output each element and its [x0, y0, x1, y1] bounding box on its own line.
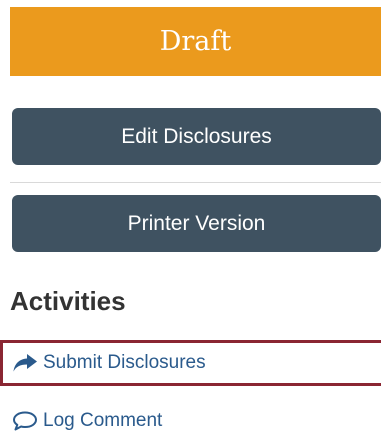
- edit-disclosures-button[interactable]: Edit Disclosures: [12, 108, 381, 165]
- log-comment-label: Log Comment: [43, 410, 163, 431]
- speech-bubble-icon: [11, 409, 39, 433]
- share-arrow-icon: [11, 351, 39, 375]
- divider: [10, 182, 381, 183]
- printer-version-label: Printer Version: [127, 211, 266, 235]
- status-banner: Draft: [10, 7, 381, 76]
- log-comment-link[interactable]: Log Comment: [0, 398, 381, 444]
- status-label: Draft: [159, 26, 232, 57]
- printer-version-button[interactable]: Printer Version: [12, 195, 381, 252]
- edit-disclosures-label: Edit Disclosures: [121, 124, 272, 148]
- submit-disclosures-label: Submit Disclosures: [43, 352, 206, 373]
- submit-disclosures-link[interactable]: Submit Disclosures: [0, 340, 381, 386]
- activities-heading: Activities: [10, 286, 126, 316]
